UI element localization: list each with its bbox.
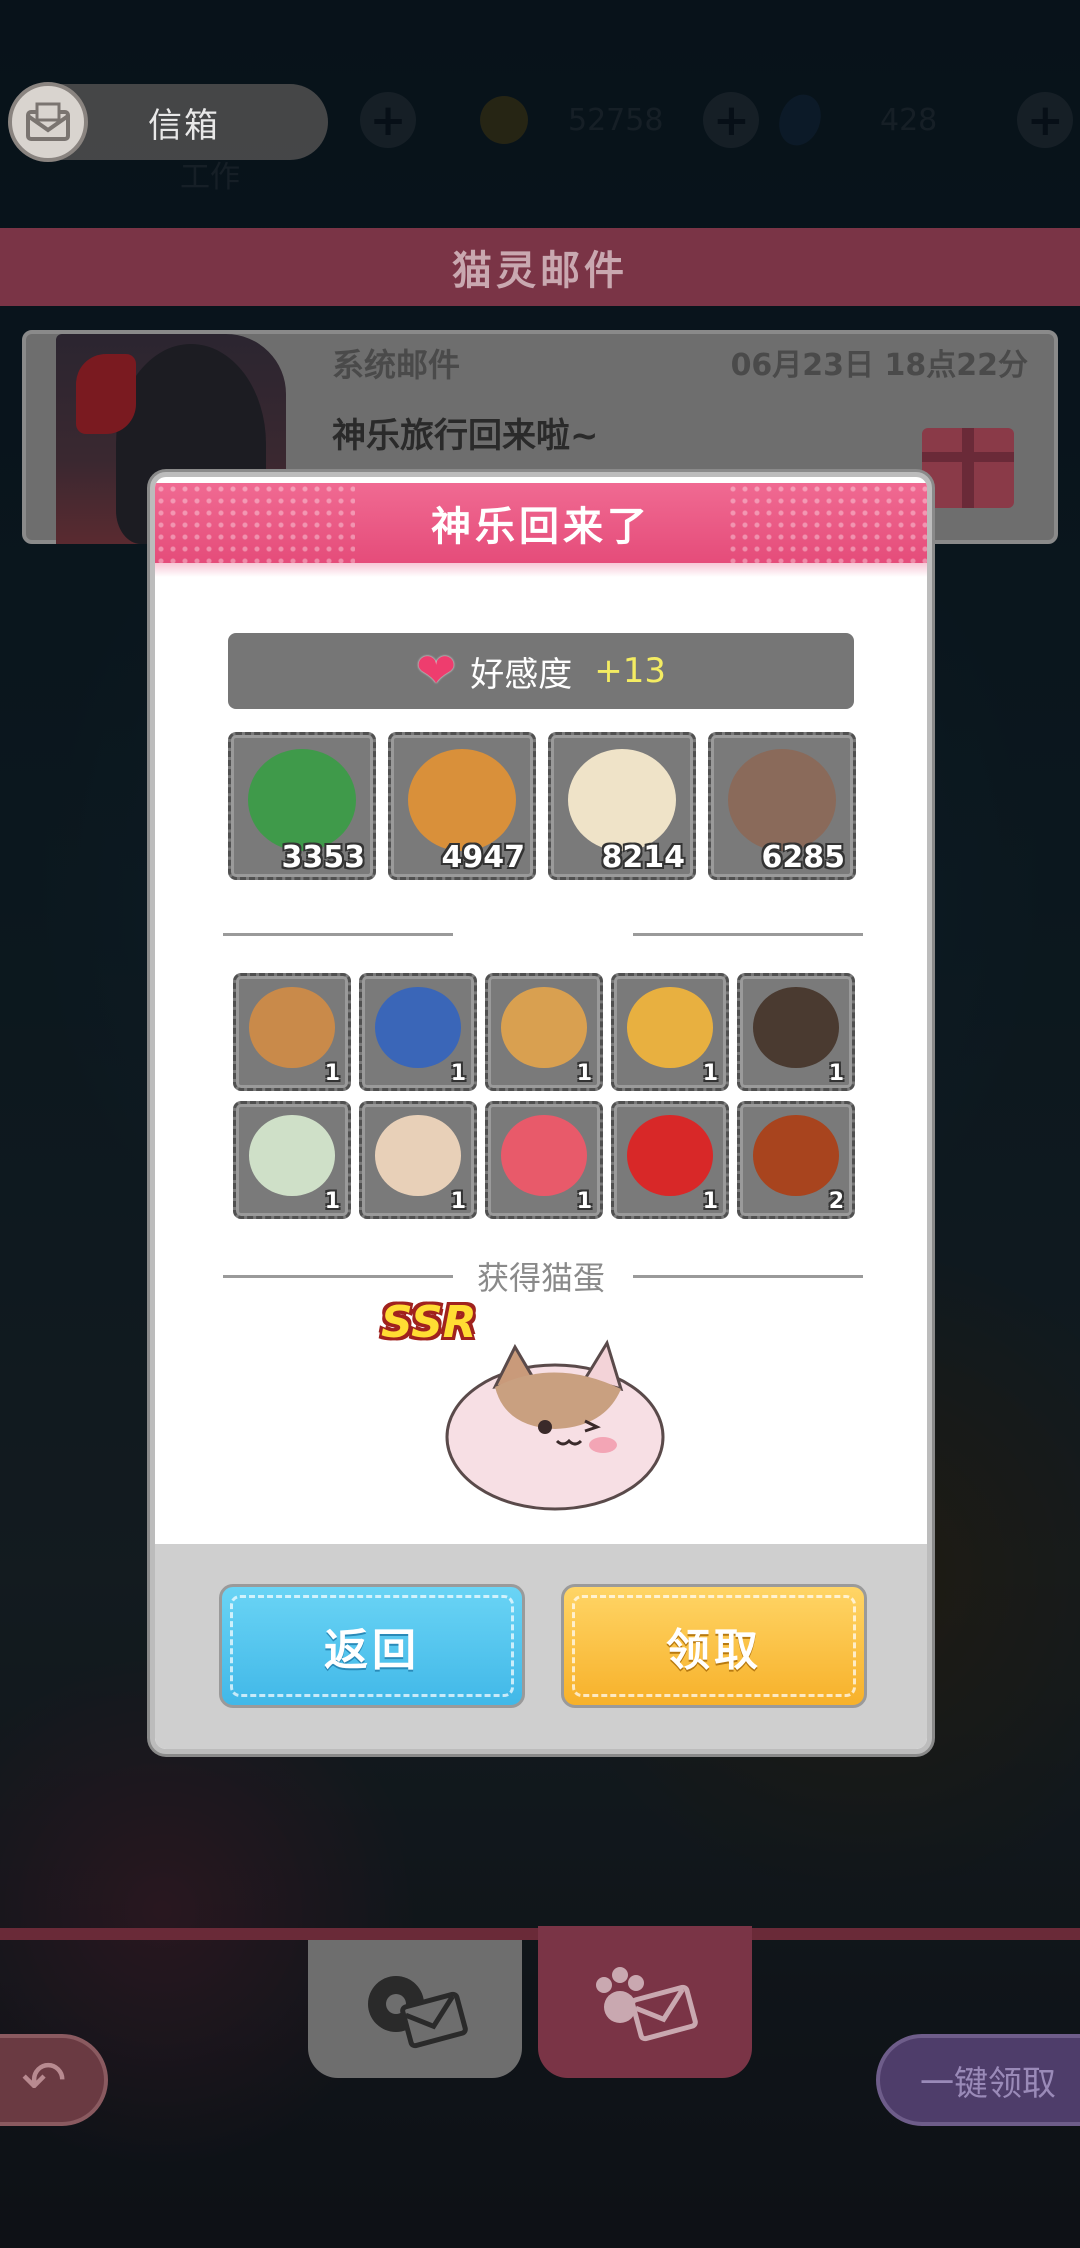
mailbox-label: 信箱	[148, 105, 220, 146]
resource-reward-slot[interactable]: 8214	[548, 732, 696, 880]
item-count: 1	[324, 1189, 340, 1214]
claim-all-button[interactable]: 一键领取	[876, 2034, 1080, 2126]
heart-icon: ❤	[416, 643, 457, 699]
mooncake-icon	[627, 987, 713, 1068]
mint-leaves-icon	[248, 749, 356, 852]
item-count: 1	[450, 1061, 466, 1086]
souvenir-reward-slot[interactable]: 2	[737, 1101, 855, 1219]
gear-envelope-icon	[368, 1976, 468, 2049]
affection-bar: ❤ 好感度 +13	[228, 633, 854, 709]
souvenir-reward-slot[interactable]: 1	[611, 1101, 729, 1219]
resource-reward-slot[interactable]: 4947	[388, 732, 536, 880]
dialog-footer: 返回 领取	[155, 1544, 927, 1749]
item-count: 1	[828, 1061, 844, 1086]
souvenir-reward-slot[interactable]: 1	[611, 973, 729, 1091]
claim-button[interactable]: 领取	[561, 1584, 867, 1708]
tab-cat-mail[interactable]	[538, 1926, 752, 2078]
item-count: 8214	[601, 840, 686, 875]
back-arrow-icon: ↶	[21, 2048, 67, 2112]
dried-fish-icon	[728, 749, 836, 852]
mail-panel-header: 猫灵邮件	[0, 228, 1080, 306]
mail-type-label: 系统邮件	[332, 346, 461, 384]
roast-duck-icon	[753, 1115, 839, 1196]
steamed-buns-icon	[501, 987, 587, 1068]
item-count: 1	[324, 1061, 340, 1086]
item-count: 3353	[281, 840, 366, 875]
souvenir-reward-slot[interactable]: 1	[359, 973, 477, 1091]
item-count: 2	[828, 1189, 844, 1214]
item-count: 1	[576, 1061, 592, 1086]
egg-section-label: 获得猫蛋	[476, 1259, 605, 1297]
puer-tea-cake-icon	[249, 1115, 335, 1196]
item-count: 1	[702, 1189, 718, 1214]
item-count: 1	[450, 1189, 466, 1214]
section-divider-right	[633, 933, 863, 936]
mailbox-pill[interactable]: 信箱	[8, 82, 328, 162]
souvenir-reward-slot[interactable]: 1	[485, 1101, 603, 1219]
back-arrow-button[interactable]: ↶	[0, 2034, 108, 2126]
envelope-icon	[8, 82, 88, 162]
souvenir-reward-slot[interactable]: 1	[233, 1101, 351, 1219]
mail-date: 06月23日 18点22分	[730, 348, 1028, 383]
back-button[interactable]: 返回	[219, 1584, 525, 1708]
item-count: 1	[576, 1189, 592, 1214]
cat-egg-icon	[445, 1339, 665, 1511]
item-count: 4947	[441, 840, 526, 875]
red-ribbon-icon	[501, 1115, 587, 1196]
gift-icon	[922, 428, 1014, 508]
item-count: 1	[702, 1061, 718, 1086]
rice-bowl-icon	[249, 987, 335, 1068]
souvenir-reward-slot[interactable]: 1	[737, 973, 855, 1091]
flower-cake-icon	[375, 1115, 461, 1196]
tab-system-mail[interactable]	[308, 1940, 522, 2078]
resource-reward-slot[interactable]: 3353	[228, 732, 376, 880]
cat-food-can-icon	[408, 749, 516, 852]
souvenir-reward-slot[interactable]: 1	[485, 973, 603, 1091]
souvenir-reward-slot[interactable]: 1	[233, 973, 351, 1091]
travel-return-dialog: 神乐回来了 ❤ 好感度 +13 3353 4947 8214 6285 1 1 1 1 1 1 1…	[150, 472, 932, 1754]
paw-envelope-icon	[596, 1967, 698, 2042]
paw-jar-icon	[568, 749, 676, 852]
item-count: 6285	[761, 840, 846, 875]
resource-reward-slot[interactable]: 6285	[708, 732, 856, 880]
section-divider-left	[223, 933, 453, 936]
souvenir-reward-slot[interactable]: 1	[359, 1101, 477, 1219]
wine-jar-icon	[753, 987, 839, 1068]
affection-label: 好感度	[470, 654, 573, 695]
opera-mask-icon	[627, 1115, 713, 1196]
affection-value: +13	[594, 651, 666, 691]
blue-porcelain-jar-icon	[375, 987, 461, 1068]
dialog-title: 神乐回来了	[155, 483, 927, 563]
mail-subject: 神乐旅行回来啦~	[332, 416, 599, 456]
